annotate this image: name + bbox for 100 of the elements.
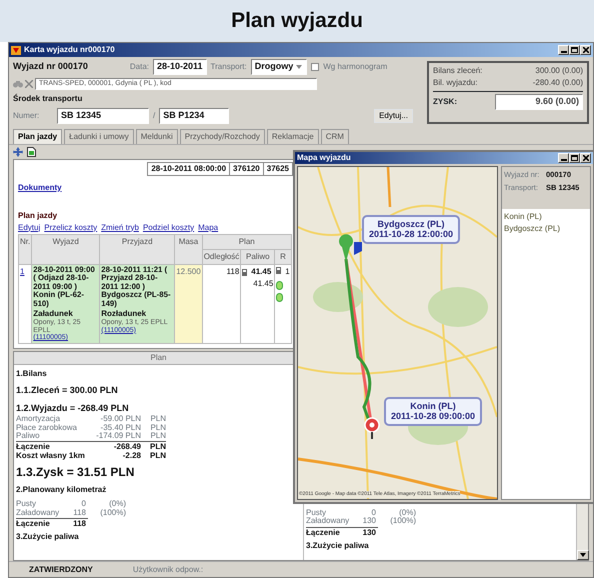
strip-cell: 28-10-2011 08:00:00 bbox=[148, 162, 230, 174]
minimize-button[interactable] bbox=[558, 45, 569, 55]
tab[interactable]: CRM bbox=[320, 128, 349, 144]
maximize-button[interactable] bbox=[569, 45, 580, 55]
stop-list-item[interactable]: Konin (PL) bbox=[504, 211, 588, 223]
cell-value: 1 bbox=[285, 266, 290, 278]
schedule-checkbox[interactable] bbox=[311, 62, 320, 71]
strip-cell: 376120 bbox=[230, 162, 264, 174]
stop-list-item[interactable]: Bydgoszcz (PL) bbox=[504, 223, 588, 235]
balance-label: Bil. wyjazdu: bbox=[433, 77, 478, 89]
column-header: Odległość bbox=[202, 249, 241, 264]
total-unit: PLN bbox=[149, 443, 166, 452]
tab[interactable]: Plan jazdy bbox=[13, 128, 62, 144]
km-value: 130 bbox=[362, 517, 376, 526]
timestamp: 2011-10-28 09:00:00 bbox=[391, 411, 476, 422]
action-link[interactable]: Przelicz koszty bbox=[44, 222, 98, 234]
fuel-value: 41.45 bbox=[252, 278, 274, 290]
edit-button[interactable]: Edytuj... bbox=[374, 108, 413, 123]
column-header: Plan bbox=[202, 234, 292, 249]
column-header: Paliwo bbox=[240, 249, 275, 264]
tab[interactable]: Reklamacje bbox=[266, 128, 319, 144]
app-icon bbox=[11, 46, 21, 54]
close-button[interactable] bbox=[580, 153, 591, 163]
cost-value: -59.00 PLN bbox=[100, 415, 141, 424]
profit-summary: 1.3.Zysk = 31.51 PLN bbox=[16, 464, 136, 482]
status-text: ZATWIERDZONY bbox=[29, 564, 93, 576]
separator: / bbox=[153, 110, 156, 122]
action-link[interactable]: Mapa bbox=[198, 222, 218, 234]
place-name: Konin (PL) bbox=[409, 401, 457, 412]
profit-label: ZYSK: bbox=[433, 96, 457, 108]
trailer-field[interactable]: SB P1234 bbox=[159, 108, 230, 124]
cost-unit: PLN bbox=[149, 424, 166, 432]
down-arrow-icon bbox=[580, 553, 586, 557]
km-share: (100%) bbox=[389, 517, 416, 526]
km-value: 0 bbox=[80, 500, 86, 509]
plan-heading: Plan jazdy bbox=[18, 210, 58, 220]
total-label: Łączenie bbox=[16, 443, 51, 452]
balance-value: 300.00 (0.00) bbox=[535, 65, 583, 77]
date-field[interactable]: 28-10-2011 bbox=[153, 59, 207, 74]
total-label: Łączenie bbox=[306, 528, 341, 537]
fuel-value: 41.45 bbox=[251, 266, 272, 278]
column-header: Wyjazd bbox=[32, 234, 100, 264]
minimize-button[interactable] bbox=[558, 153, 569, 163]
cost-value: -174.09 PLN bbox=[96, 432, 141, 440]
km-share: (0%) bbox=[108, 500, 126, 509]
total-label: Koszt własny 1km bbox=[16, 452, 86, 460]
action-link[interactable]: Edytuj bbox=[18, 222, 40, 234]
km-label: Załadowany bbox=[306, 517, 350, 526]
total-value: -2.28 bbox=[122, 452, 141, 460]
section-heading: 1.2.Wyjazdu = -268.49 PLN bbox=[16, 402, 130, 415]
tab[interactable]: Przychody/Rozchody bbox=[180, 128, 265, 144]
fuel-pump-icon bbox=[276, 266, 284, 274]
section-heading: 1.1.Zleceń = 300.00 PLN bbox=[16, 384, 119, 398]
page-heading: Plan wyjazdu bbox=[231, 8, 363, 34]
km-label: Pusty bbox=[306, 508, 328, 517]
cost-label: Amortyzacja bbox=[16, 415, 62, 424]
scroll-down-button[interactable] bbox=[577, 550, 589, 560]
maximize-icon bbox=[571, 47, 578, 53]
transport-label: Transport: bbox=[210, 60, 247, 73]
cost-value: -35.40 PLN bbox=[100, 424, 141, 432]
column-header: Nr. bbox=[18, 234, 32, 264]
row-number-link[interactable]: 1 bbox=[20, 266, 24, 276]
window-title: Mapa wyjazdu bbox=[297, 152, 351, 164]
vehicle-field[interactable]: SB 12345 bbox=[57, 108, 149, 124]
close-icon bbox=[582, 47, 588, 53]
move-icon[interactable] bbox=[13, 146, 23, 156]
action-link[interactable]: Podziel koszty bbox=[142, 222, 194, 234]
close-button[interactable] bbox=[580, 45, 591, 55]
number-label: Numer: bbox=[13, 110, 40, 122]
section-heading: 3.Zużycie paliwa bbox=[306, 540, 370, 552]
profit-field: 9.60 (0.00) bbox=[495, 94, 583, 110]
trip-number: Wyjazd nr 000170 bbox=[13, 60, 88, 73]
action-link[interactable]: Zmień tryb bbox=[101, 222, 139, 234]
total-value: 130 bbox=[362, 528, 376, 537]
mass-value: 12.500 bbox=[176, 266, 201, 276]
stop-action: Załadunek bbox=[33, 310, 74, 319]
distance-value: 118 bbox=[226, 266, 240, 276]
total-label: Łączenie bbox=[16, 520, 51, 528]
section-title: Środek transportu bbox=[13, 93, 84, 105]
schedule-label: Wg harmonogram bbox=[323, 60, 388, 73]
maximize-button[interactable] bbox=[569, 153, 580, 163]
column-header: Masa bbox=[174, 234, 202, 264]
balance-label: Bilans zleceń: bbox=[433, 65, 482, 77]
km-share: (100%) bbox=[99, 508, 126, 517]
document-icon[interactable] bbox=[27, 146, 36, 156]
total-value: 118 bbox=[72, 520, 86, 528]
dropdown-arrow-icon bbox=[295, 63, 304, 70]
total-unit: PLN bbox=[149, 452, 166, 460]
timestamp: 2011-10-28 12:00:00 bbox=[369, 229, 454, 240]
stop-action: Rozładunek bbox=[101, 310, 148, 319]
tab[interactable]: Ładunki i umowy bbox=[64, 128, 134, 144]
fuel-pump-icon bbox=[242, 268, 250, 276]
total-value: -268.49 bbox=[112, 443, 141, 452]
km-value: 118 bbox=[72, 508, 86, 517]
documents-link[interactable]: Dokumenty bbox=[18, 182, 62, 194]
transport-dropdown[interactable]: Drogowy bbox=[250, 59, 308, 74]
cost-label: Płace zarobkowa bbox=[16, 424, 78, 432]
user-label: Użytkownik odpow.: bbox=[132, 564, 204, 576]
column-header: Przyjazd bbox=[100, 234, 175, 264]
tab[interactable]: Meldunki bbox=[136, 128, 178, 144]
